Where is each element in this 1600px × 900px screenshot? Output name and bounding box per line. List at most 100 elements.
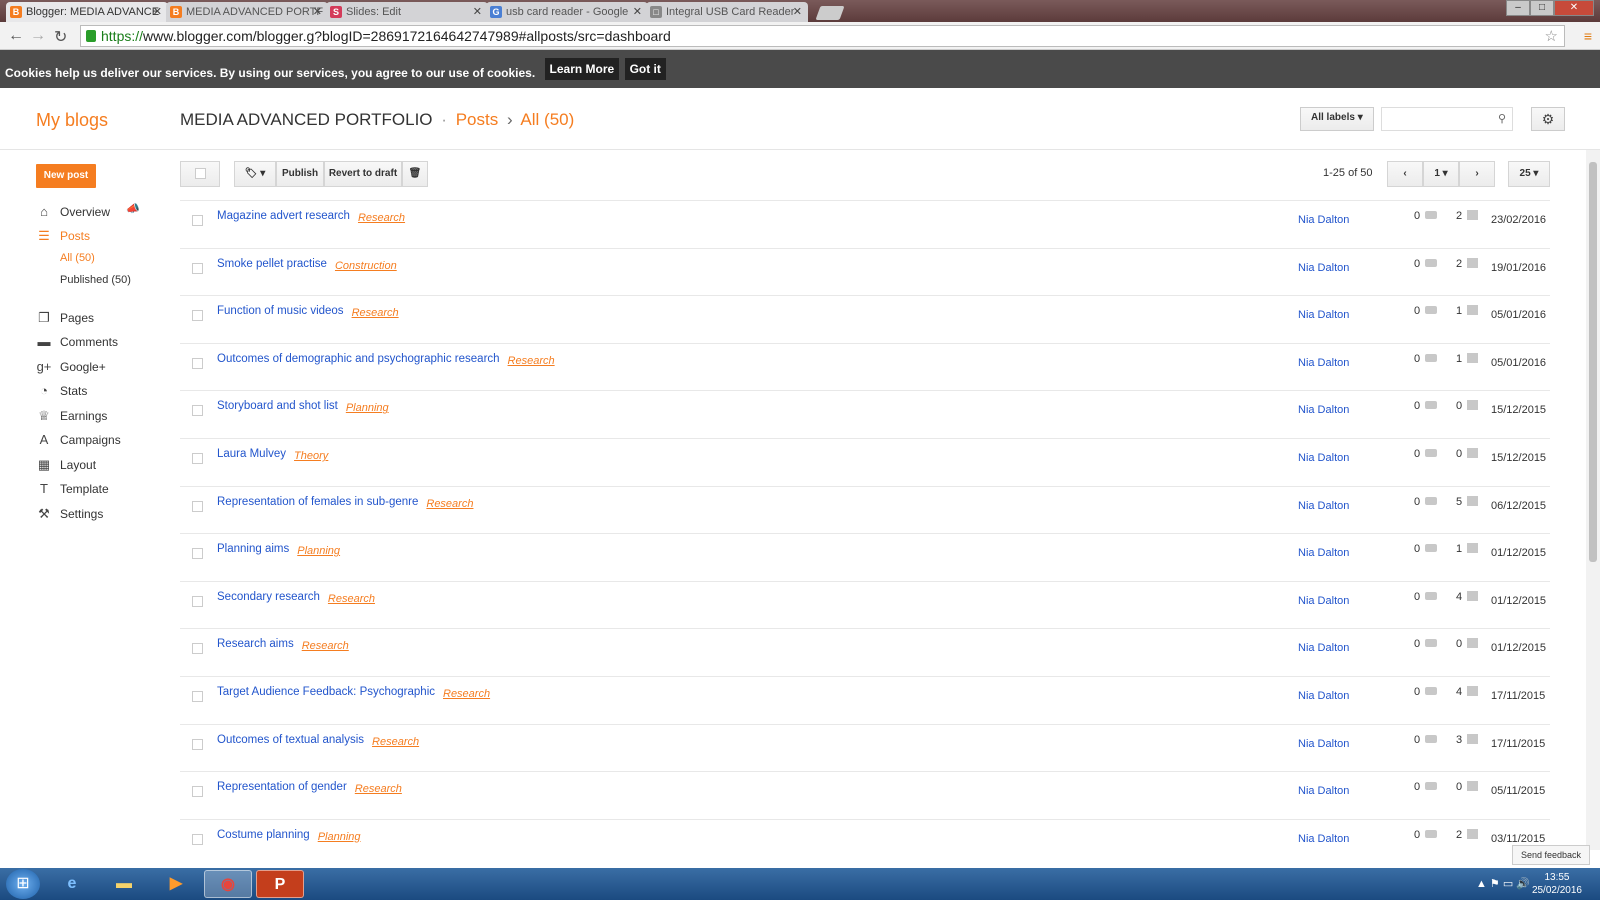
post-checkbox[interactable] bbox=[192, 643, 203, 655]
sidebar-item-google[interactable]: g+ Google+ bbox=[36, 359, 106, 374]
close-tab-icon[interactable]: ✕ bbox=[473, 5, 482, 18]
post-label-link[interactable]: Planning bbox=[297, 545, 340, 557]
post-title-link[interactable]: Function of music videos Research bbox=[217, 305, 399, 319]
post-row[interactable]: Research aims Research Nia Dalton 0 0 01/12/2… bbox=[180, 628, 1550, 676]
post-row[interactable]: Planning aims Planning Nia Dalton 0 1 01/12/2… bbox=[180, 533, 1550, 581]
sidebar-item-layout[interactable]: ▦ Layout bbox=[36, 457, 96, 473]
post-title-link[interactable]: Representation of gender Research bbox=[217, 781, 402, 795]
close-tab-icon[interactable]: ✕ bbox=[313, 5, 322, 18]
post-author[interactable]: Nia Dalton bbox=[1298, 642, 1349, 654]
post-author[interactable]: Nia Dalton bbox=[1298, 547, 1349, 559]
post-title-link[interactable]: Smoke pellet practise Construction bbox=[217, 258, 397, 272]
sidebar-item-overview[interactable]: ⌂ Overview bbox=[36, 204, 110, 219]
post-label-link[interactable]: Research bbox=[372, 736, 419, 748]
menu-icon[interactable]: ≡ bbox=[1584, 28, 1592, 44]
post-author[interactable]: Nia Dalton bbox=[1298, 214, 1349, 226]
next-page-button[interactable]: › bbox=[1459, 161, 1495, 187]
reload-icon[interactable]: ↻ bbox=[54, 27, 67, 47]
forward-icon[interactable]: → bbox=[30, 27, 46, 45]
post-title-link[interactable]: Target Audience Feedback: Psychographic R… bbox=[217, 686, 490, 700]
post-row[interactable]: Smoke pellet practise Construction Nia Dal… bbox=[180, 247, 1550, 296]
sidebar-item-posts[interactable]: ☰ Posts bbox=[36, 228, 90, 244]
post-author[interactable]: Nia Dalton bbox=[1298, 833, 1349, 845]
post-title-link[interactable]: Representation of females in sub-genre Re… bbox=[217, 496, 473, 510]
close-window-button[interactable]: ✕ bbox=[1554, 0, 1594, 16]
page-select[interactable]: 1 ▾ bbox=[1423, 161, 1459, 187]
browser-tab[interactable]: □ Integral USB Card Reader ✕ bbox=[646, 2, 808, 22]
new-post-button[interactable]: New post bbox=[36, 164, 96, 188]
media-player-icon[interactable]: ▶ bbox=[152, 870, 200, 898]
post-label-link[interactable]: Planning bbox=[318, 831, 361, 843]
post-title-link[interactable]: Planning aims Planning bbox=[217, 543, 340, 557]
post-label-link[interactable]: Research bbox=[302, 640, 349, 652]
got-it-button[interactable]: Got it bbox=[624, 58, 666, 80]
close-tab-icon[interactable]: ✕ bbox=[633, 5, 642, 18]
post-title-link[interactable]: Outcomes of demographic and psychographi… bbox=[217, 353, 555, 367]
bookmark-star-icon[interactable]: ☆ bbox=[1545, 27, 1558, 45]
post-author[interactable]: Nia Dalton bbox=[1298, 500, 1349, 512]
post-checkbox[interactable] bbox=[192, 262, 203, 274]
post-label-link[interactable]: Theory bbox=[294, 450, 328, 462]
browser-tab[interactable]: Gusb card reader - Google ✕ bbox=[486, 2, 648, 22]
powerpoint-icon[interactable]: P bbox=[256, 870, 304, 898]
post-label-link[interactable]: Research bbox=[443, 688, 490, 700]
post-checkbox[interactable] bbox=[192, 215, 203, 226]
post-author[interactable]: Nia Dalton bbox=[1298, 309, 1349, 321]
file-explorer-icon[interactable]: ▬ bbox=[100, 870, 148, 898]
scrollbar-thumb[interactable] bbox=[1589, 162, 1597, 562]
settings-gear-button[interactable]: ⚙ bbox=[1531, 107, 1565, 131]
post-checkbox[interactable] bbox=[192, 500, 203, 512]
post-row[interactable]: Storyboard and shot list Planning Nia Dalt… bbox=[180, 390, 1550, 438]
prev-page-button[interactable]: ‹ bbox=[1387, 161, 1423, 187]
post-author[interactable]: Nia Dalton bbox=[1298, 404, 1349, 416]
minimize-button[interactable]: – bbox=[1506, 0, 1530, 16]
post-label-link[interactable]: Construction bbox=[335, 260, 397, 272]
post-author[interactable]: Nia Dalton bbox=[1298, 262, 1349, 274]
post-label-link[interactable]: Research bbox=[352, 307, 399, 319]
post-title-link[interactable]: Outcomes of textual analysis Research bbox=[217, 734, 419, 748]
sidebar-item-earnings[interactable]: ♕ Earnings bbox=[36, 408, 107, 424]
search-input[interactable]: ⚲ bbox=[1381, 107, 1513, 131]
label-dropdown[interactable]: 🏷 ▾ bbox=[234, 161, 276, 187]
browser-tab[interactable]: B Blogger: MEDIA ADVANCE ✕ bbox=[6, 2, 168, 22]
revert-to-draft-button[interactable]: Revert to draft bbox=[324, 161, 402, 187]
post-title-link[interactable]: Research aims Research bbox=[217, 638, 349, 652]
post-row[interactable]: Secondary research Research Nia Dalton 0 4 01… bbox=[180, 580, 1550, 629]
post-checkbox[interactable] bbox=[192, 595, 203, 607]
post-title-link[interactable]: Costume planning Planning bbox=[217, 829, 361, 843]
post-checkbox[interactable] bbox=[192, 786, 203, 798]
post-title-link[interactable]: Storyboard and shot list Planning bbox=[217, 400, 389, 414]
select-all-checkbox[interactable] bbox=[180, 161, 220, 187]
post-author[interactable]: Nia Dalton bbox=[1298, 357, 1349, 369]
sidebar-item-template[interactable]: T Template bbox=[36, 481, 109, 496]
browser-tab[interactable]: B MEDIA ADVANCED PORTF ✕ bbox=[166, 2, 328, 22]
post-label-link[interactable]: Research bbox=[328, 593, 375, 605]
sidebar-item-campaigns[interactable]: A Campaigns bbox=[36, 432, 121, 447]
delete-button[interactable]: 🗑 bbox=[402, 161, 428, 187]
send-feedback-button[interactable]: Send feedback bbox=[1512, 845, 1590, 865]
post-checkbox[interactable] bbox=[192, 690, 203, 702]
start-button[interactable]: ⊞ bbox=[6, 869, 40, 899]
post-row[interactable]: Laura Mulvey Theory Nia Dalton 0 0 15/12/2015 bbox=[180, 437, 1550, 486]
post-author[interactable]: Nia Dalton bbox=[1298, 595, 1349, 607]
sidebar-item-pages[interactable]: ❐ Pages bbox=[36, 310, 94, 326]
post-checkbox[interactable] bbox=[192, 405, 203, 417]
post-checkbox[interactable] bbox=[192, 357, 203, 369]
back-icon[interactable]: ← bbox=[8, 27, 24, 45]
post-label-link[interactable]: Research bbox=[355, 783, 402, 795]
post-checkbox[interactable] bbox=[192, 310, 203, 322]
publish-button[interactable]: Publish bbox=[276, 161, 324, 187]
post-label-link[interactable]: Research bbox=[426, 498, 473, 510]
url-input[interactable]: https://www.blogger.com/blogger.g?blogID… bbox=[80, 25, 1565, 47]
per-page-select[interactable]: 25 ▾ bbox=[1508, 161, 1550, 187]
post-row[interactable]: Representation of gender Research Nia Dalt… bbox=[180, 771, 1550, 819]
breadcrumb-posts[interactable]: Posts bbox=[456, 110, 499, 129]
post-label-link[interactable]: Research bbox=[358, 212, 405, 224]
post-checkbox[interactable] bbox=[192, 548, 203, 560]
sidebar-item-settings[interactable]: ⚒ Settings bbox=[36, 506, 103, 522]
learn-more-button[interactable]: Learn More bbox=[544, 58, 620, 80]
post-checkbox[interactable] bbox=[192, 833, 203, 845]
post-row[interactable]: Function of music videos Research Nia Dalt… bbox=[180, 295, 1550, 343]
post-row[interactable]: Costume planning Planning Nia Dalton 0 2 03/1… bbox=[180, 818, 1550, 867]
post-row[interactable]: Outcomes of textual analysis Research Nia … bbox=[180, 723, 1550, 772]
